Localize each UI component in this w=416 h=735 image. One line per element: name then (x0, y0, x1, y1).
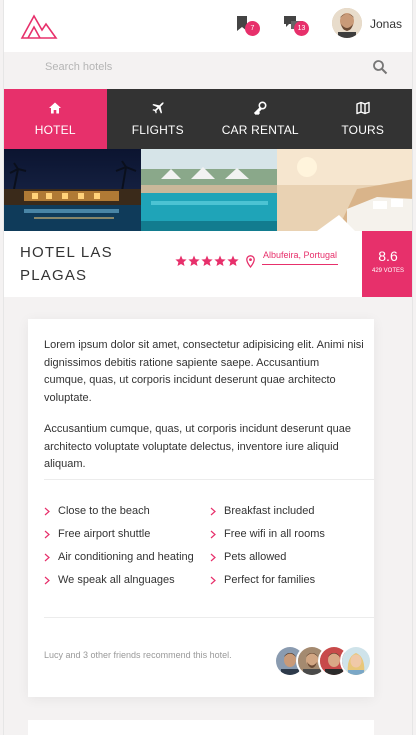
chevron-right-icon (44, 507, 50, 516)
tab-car-rental[interactable]: CAR RENTAL (209, 89, 312, 149)
star-rating (175, 255, 239, 271)
hotel-photo-coast[interactable] (277, 149, 412, 231)
airplane-icon (152, 102, 164, 114)
friend-avatar[interactable] (340, 645, 372, 677)
tab-label: TOURS (341, 123, 385, 137)
app-window: 7 13 Jonas Search hotels HOTEL FLIGHTS C… (3, 0, 413, 735)
chevron-right-icon (210, 530, 216, 539)
tab-hotel[interactable]: HOTEL (4, 89, 107, 149)
star-icon (201, 255, 213, 266)
next-card-peek (28, 720, 374, 735)
location-pin-icon (246, 255, 255, 268)
chevron-right-icon (210, 507, 216, 516)
tab-label: HOTEL (34, 123, 76, 137)
rating-box: 8.6 429 VOTES (362, 231, 412, 297)
search-icon[interactable] (372, 59, 388, 75)
header: 7 13 Jonas (4, 0, 412, 52)
feature-item: Close to the beach (44, 503, 214, 521)
feature-item: Air conditioning and heating (44, 549, 214, 567)
rating-votes: 429 VOTES (371, 268, 404, 274)
tab-tours[interactable]: TOURS (312, 89, 413, 149)
tab-label: FLIGHTS (131, 123, 184, 137)
map-icon (356, 101, 370, 115)
description-paragraph: Accusantium cumque, quas, ut corporis in… (44, 423, 351, 470)
bookmark-count-badge: 7 (245, 21, 260, 36)
recommend-text: Lucy and 3 other friends recommend this … (44, 650, 232, 660)
star-icon (214, 255, 226, 266)
chevron-right-icon (44, 553, 50, 562)
friend-avatars[interactable] (274, 645, 374, 677)
feature-item: We speak all alnguages (44, 572, 214, 590)
hotel-photo-pool[interactable] (140, 149, 278, 231)
hotel-info-bar: HOTEL LAS PLAGAS Albufeira, Portugal 8.6… (4, 231, 412, 297)
rating-score: 8.6 (378, 248, 398, 264)
chevron-right-icon (210, 576, 216, 585)
messages-button[interactable]: 13 (283, 13, 311, 37)
user-name: Jonas (370, 17, 403, 31)
star-icon (227, 255, 239, 266)
tab-label: CAR RENTAL (221, 123, 299, 137)
messages-count-badge: 13 (294, 21, 309, 36)
feature-item: Perfect for families (210, 572, 380, 590)
tab-flights[interactable]: FLIGHTS (107, 89, 210, 149)
feature-item: Free airport shuttle (44, 526, 214, 544)
hotel-details-card: Lorem ipsum dolor sit amet, consectetur … (28, 319, 374, 697)
hotel-location-link[interactable]: Albufeira, Portugal (262, 250, 338, 265)
divider (44, 617, 374, 618)
bookmarks-button[interactable]: 7 (236, 13, 264, 37)
chevron-right-icon (44, 530, 50, 539)
avatar (332, 8, 362, 38)
hotel-photo-night[interactable] (4, 149, 141, 231)
logo-icon[interactable] (20, 10, 58, 40)
home-icon (49, 102, 62, 114)
key-icon (254, 101, 267, 115)
divider (44, 479, 374, 480)
hotel-gallery (4, 149, 412, 231)
chevron-right-icon (210, 553, 216, 562)
feature-item: Breakfast included (210, 503, 380, 521)
search-bar (4, 52, 412, 82)
description-paragraph: Lorem ipsum dolor sit amet, consectetur … (44, 339, 364, 404)
chevron-right-icon (44, 576, 50, 585)
main-nav: HOTEL FLIGHTS CAR RENTAL TOURS (4, 89, 413, 149)
search-input[interactable] (4, 52, 412, 82)
feature-item: Free wifi in all rooms (210, 526, 380, 544)
hotel-title: HOTEL LAS PLAGAS (20, 244, 113, 284)
star-icon (188, 255, 200, 266)
star-icon (175, 255, 187, 266)
feature-item: Pets allowed (210, 549, 380, 567)
